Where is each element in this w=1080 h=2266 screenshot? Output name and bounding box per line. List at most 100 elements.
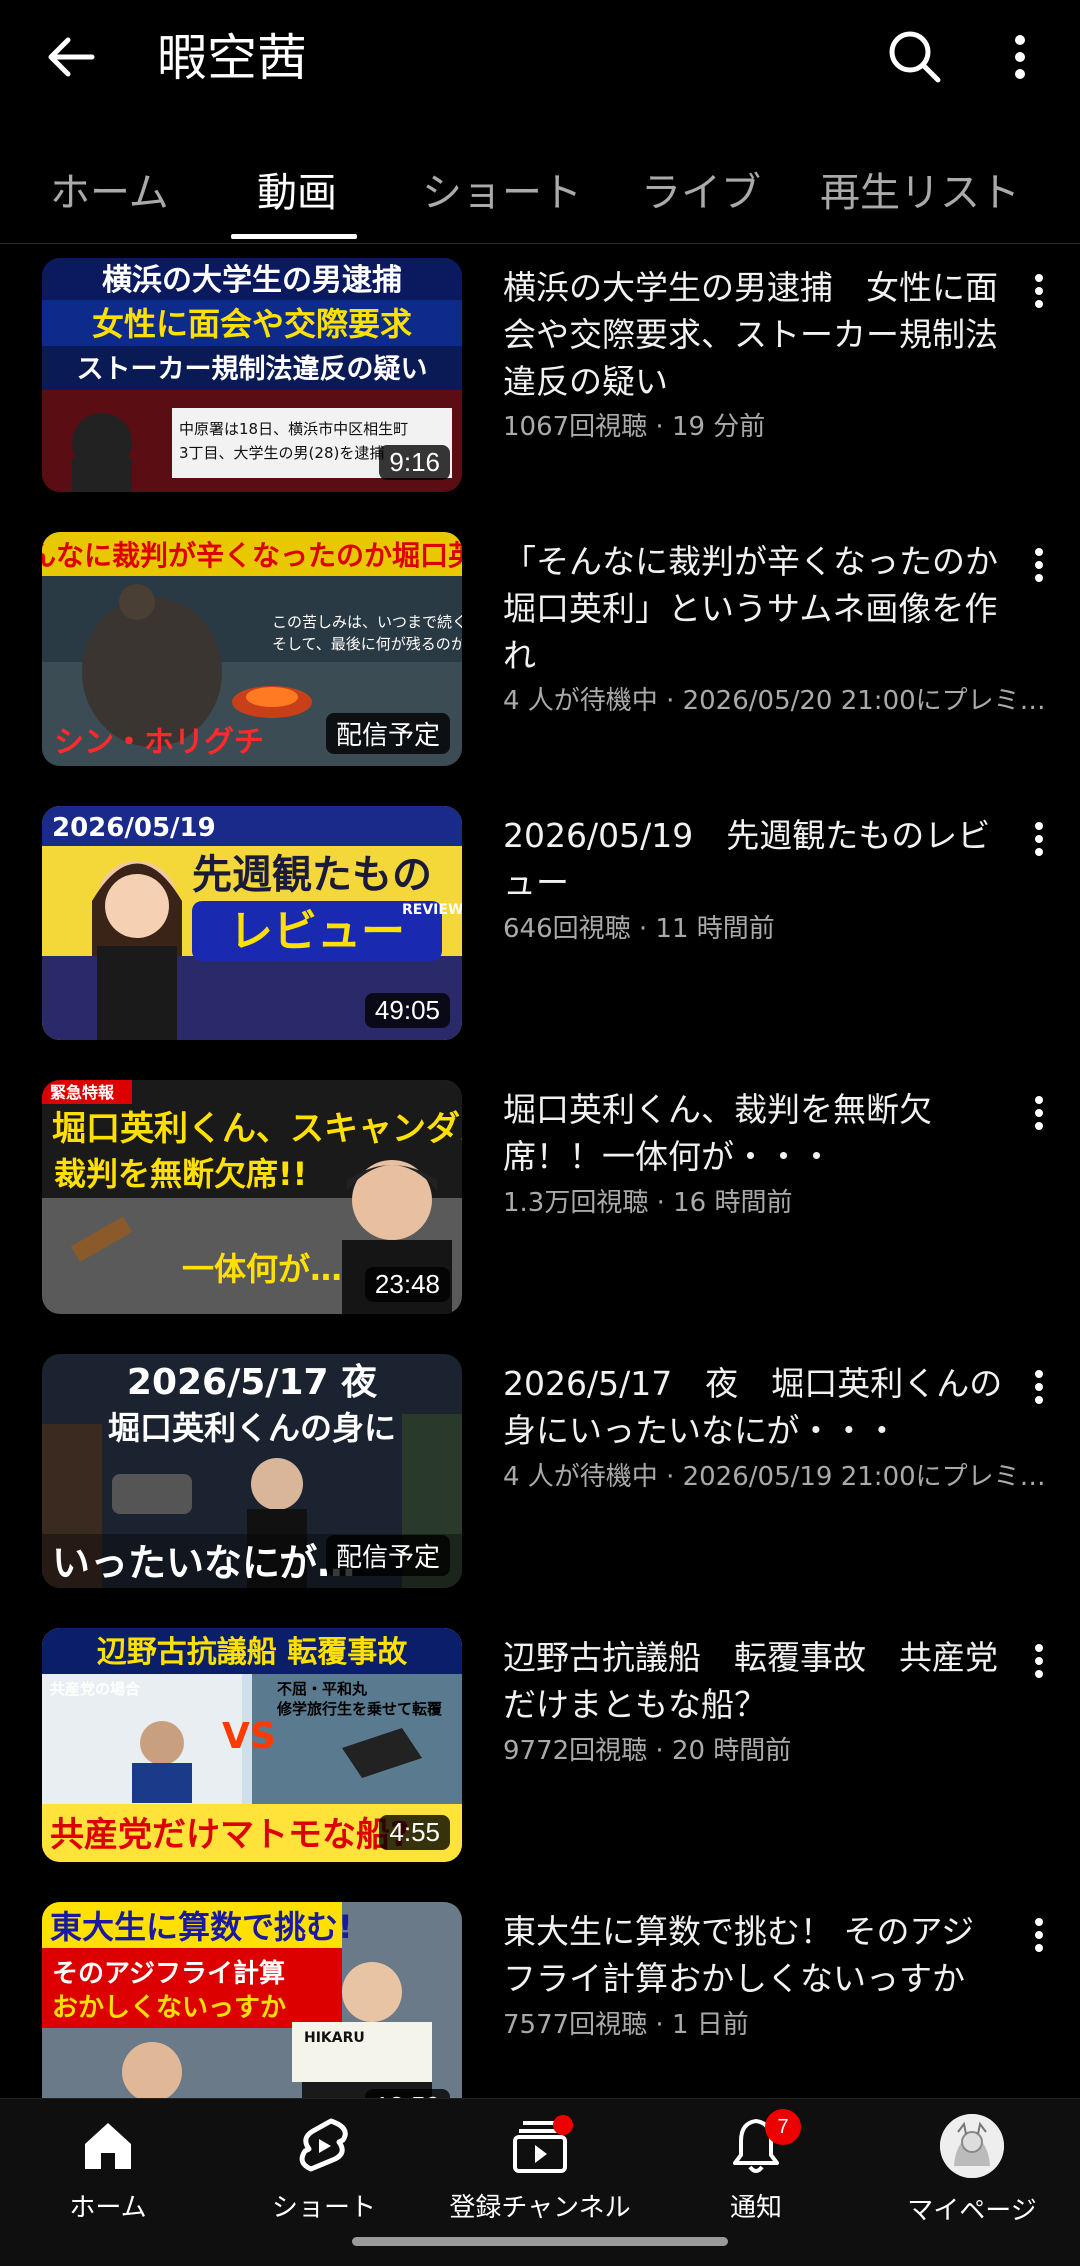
thumb-text: 辺野古抗議船 転覆事故: [97, 1635, 408, 1670]
thumb-text: 不屈・平和丸: [277, 1680, 368, 1698]
video-title[interactable]: 2026/05/19 先週観たものレビュー: [503, 812, 1003, 906]
video-item[interactable]: そんなに裁判が辛くなったのか堀口英利 シン・ホリグチ この苦しみは、いつまで続く…: [0, 532, 1080, 772]
thumb-text: 中原署は18日、横浜市中区相生町: [179, 420, 408, 438]
channel-title: 暇空茜: [157, 29, 307, 87]
thumb-text: 3丁目、大学生の男(28)を逮捕: [179, 444, 384, 462]
app-header: 暇空茜: [0, 0, 1080, 120]
nav-my-page[interactable]: マイページ: [864, 2111, 1080, 2231]
new-content-dot: [553, 2115, 573, 2135]
shorts-icon: [289, 2111, 359, 2181]
video-meta: 4 人が待機中 · 2026/05/19 21:00にプレミア公開予定: [503, 1462, 1051, 1492]
avatar-container: [937, 2114, 1007, 2184]
nav-notifications[interactable]: 7 通知: [648, 2109, 864, 2231]
video-item[interactable]: 2026/05/19 先週観たもの レビュー REVIEW 49:05 2026…: [0, 806, 1080, 1046]
video-meta: 9772回視聴 · 20 時間前: [503, 1736, 792, 1766]
video-meta: 4 人が待機中 · 2026/05/20 21:00にプレミア公開予定: [503, 686, 1051, 716]
nav-label: マイページ: [907, 2196, 1037, 2226]
thumb-text: 裁判を無断欠席!!: [54, 1155, 307, 1193]
video-meta: 1067回視聴 · 19 分前: [503, 412, 766, 442]
channel-tabs: ホーム 動画 ショート ライブ 再生リスト: [0, 140, 1080, 244]
video-duration: 9:16: [379, 445, 450, 480]
video-thumbnail[interactable]: 2026/5/17 夜 堀口英利くんの身に いったいなにが… 配信予定: [42, 1354, 462, 1588]
video-thumbnail[interactable]: 東大生に算数で挑む! そのアジフライ計算 おかしくないっすか HIKARU 13…: [42, 1902, 462, 2098]
video-item[interactable]: 横浜の大学生の男逮捕 女性に面会や交際要求 ストーカー規制法違反の疑い 中原署は…: [0, 258, 1080, 498]
home-icon: [73, 2111, 143, 2181]
search-icon[interactable]: [880, 22, 950, 92]
video-item[interactable]: 2026/5/17 夜 堀口英利くんの身に いったいなにが… 配信予定 2026…: [0, 1354, 1080, 1594]
thumb-text: そんなに裁判が辛くなったのか堀口英利: [42, 539, 462, 572]
thumb-text: REVIEW: [402, 902, 462, 918]
video-meta: 7577回視聴 · 1 日前: [503, 2010, 749, 2040]
video-item[interactable]: 東大生に算数で挑む! そのアジフライ計算 おかしくないっすか HIKARU 13…: [0, 1902, 1080, 2098]
bell-icon: 7: [721, 2109, 801, 2181]
video-duration: 配信予定: [325, 1535, 450, 1576]
nav-label: ショート: [271, 2193, 376, 2223]
thumb-text: いったいなにが…: [52, 1541, 355, 1585]
gesture-home-bar[interactable]: [352, 2237, 728, 2246]
thumb-text: おかしくないっすか: [52, 1993, 286, 2023]
video-title[interactable]: 堀口英利くん、裁判を無断欠席！！一体何が・・・: [503, 1086, 1003, 1180]
nav-label: 登録チャンネル: [449, 2193, 631, 2223]
thumb-text: この苦しみは、いつまで続くのか: [272, 613, 462, 631]
thumb-text: HIKARU: [304, 2030, 365, 2046]
thumb-text: そのアジフライ計算: [52, 1958, 285, 1989]
more-vertical-icon[interactable]: [1024, 268, 1054, 318]
video-meta: 646回視聴 · 11 時間前: [503, 914, 775, 944]
tab-shorts[interactable]: ショート: [422, 160, 582, 218]
video-duration: 49:05: [364, 993, 450, 1028]
thumb-text: 堀口英利くん、スキャンダル: [52, 1109, 462, 1149]
nav-subscriptions[interactable]: 登録チャンネル: [432, 2111, 648, 2231]
more-vertical-icon[interactable]: [1024, 816, 1054, 866]
more-vertical-icon[interactable]: [1024, 1912, 1054, 1962]
video-title[interactable]: 2026/5/17 夜 堀口英利くんの身にいったいなにが・・・: [503, 1360, 1003, 1454]
thumb-text: そして、最後に何が残るのか: [272, 635, 462, 653]
video-duration: 4:55: [379, 1815, 450, 1850]
thumb-text: 緊急特報: [50, 1083, 115, 1102]
nav-home[interactable]: ホーム: [0, 2111, 216, 2231]
nav-label: 通知: [729, 2193, 782, 2223]
tab-home[interactable]: ホーム: [50, 160, 169, 218]
back-arrow-icon[interactable]: [38, 22, 108, 92]
more-vertical-icon[interactable]: [990, 22, 1050, 92]
avatar: [940, 2114, 1004, 2178]
thumb-text: シン・ホリグチ: [54, 725, 264, 760]
thumb-text: 堀口英利くんの身に: [108, 1409, 396, 1447]
thumb-text: 一体何が…: [182, 1250, 342, 1288]
video-thumbnail[interactable]: 横浜の大学生の男逮捕 女性に面会や交際要求 ストーカー規制法違反の疑い 中原署は…: [42, 258, 462, 492]
tab-live[interactable]: ライブ: [641, 160, 761, 218]
more-vertical-icon[interactable]: [1024, 542, 1054, 592]
video-title[interactable]: 東大生に算数で挑む！ そのアジフライ計算おかしくないっすか: [503, 1908, 1003, 2002]
active-tab-indicator: [231, 234, 357, 239]
video-item[interactable]: 辺野古抗議船 転覆事故 共産党の場合 VS 不屈・平和丸 修学旅行生を乗せて転覆…: [0, 1628, 1080, 1868]
thumb-text: 共産党だけマトモな船?: [50, 1815, 410, 1855]
video-item[interactable]: 緊急特報 堀口英利くん、スキャンダル 裁判を無断欠席!! 一体何が… 23:48…: [0, 1080, 1080, 1320]
notification-count-badge: 7: [765, 2109, 801, 2145]
nav-label: ホーム: [69, 2193, 147, 2223]
thumb-text: 2026/5/17 夜: [127, 1362, 378, 1403]
thumb-text: 2026/05/19: [52, 813, 216, 843]
nav-shorts[interactable]: ショート: [216, 2111, 432, 2231]
subscriptions-icon: [505, 2111, 575, 2181]
tab-videos[interactable]: 動画: [257, 160, 337, 218]
more-vertical-icon[interactable]: [1024, 1364, 1054, 1414]
thumb-text: 東大生に算数で挑む!: [50, 1908, 353, 1946]
thumb-text: 女性に面会や交際要求: [92, 305, 412, 343]
video-thumbnail[interactable]: 2026/05/19 先週観たもの レビュー REVIEW 49:05: [42, 806, 462, 1040]
thumb-text: 共産党の場合: [50, 1680, 141, 1698]
more-vertical-icon[interactable]: [1024, 1090, 1054, 1140]
video-thumbnail[interactable]: 辺野古抗議船 転覆事故 共産党の場合 VS 不屈・平和丸 修学旅行生を乗せて転覆…: [42, 1628, 462, 1862]
thumb-text: 先週観たもの: [192, 852, 432, 898]
thumb-text: レビュー: [229, 906, 405, 957]
more-vertical-icon[interactable]: [1024, 1638, 1054, 1688]
video-thumbnail[interactable]: そんなに裁判が辛くなったのか堀口英利 シン・ホリグチ この苦しみは、いつまで続く…: [42, 532, 462, 766]
video-duration: 配信予定: [325, 713, 450, 754]
video-title[interactable]: 横浜の大学生の男逮捕 女性に面会や交際要求、ストーカー規制法違反の疑い: [503, 264, 1003, 405]
tab-playlists[interactable]: 再生リスト: [820, 160, 1020, 218]
thumb-text: 修学旅行生を乗せて転覆: [276, 1700, 443, 1718]
video-title[interactable]: 辺野古抗議船 転覆事故 共産党だけまともな船？: [503, 1634, 1003, 1728]
video-thumbnail[interactable]: 緊急特報 堀口英利くん、スキャンダル 裁判を無断欠席!! 一体何が… 23:48: [42, 1080, 462, 1314]
thumb-text: VS: [222, 1716, 276, 1757]
thumb-text: ストーカー規制法違反の疑い: [77, 354, 428, 385]
video-duration: 13:50: [364, 2089, 450, 2098]
video-title[interactable]: 「そんなに裁判が辛くなったのか 堀口英利」というサムネ画像を作れ: [503, 538, 1031, 679]
